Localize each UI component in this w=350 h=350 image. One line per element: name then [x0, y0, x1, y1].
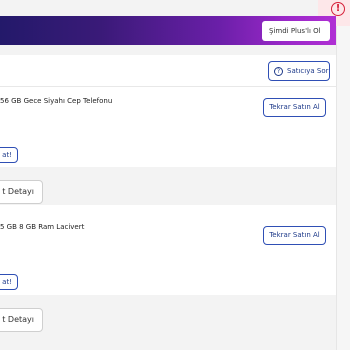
plus-join-button[interactable]: Şimdi Plus'lı Ol: [262, 21, 330, 41]
rate-button[interactable]: at!: [0, 147, 18, 163]
rebuy-button[interactable]: Tekrar Satın Al: [263, 226, 326, 245]
rate-button[interactable]: at!: [0, 274, 18, 290]
product-name[interactable]: 5 GB 8 GB Ram Lacivert: [0, 223, 84, 231]
order-detail-button[interactable]: t Detayı: [0, 180, 43, 204]
order-card-2: [0, 205, 336, 295]
ask-seller-button[interactable]: ? Satıcıya Sor: [268, 61, 330, 81]
product-name[interactable]: 56 GB Gece Siyahı Cep Telefonu: [0, 97, 112, 105]
plus-banner: Şimdi Plus'lı Ol: [0, 16, 336, 45]
alert-circle-icon: !: [331, 2, 345, 16]
question-circle-icon: ?: [274, 66, 283, 76]
rebuy-button[interactable]: Tekrar Satın Al: [263, 98, 326, 117]
ask-seller-label: Satıcıya Sor: [287, 67, 329, 75]
order-detail-button[interactable]: t Detayı: [0, 308, 43, 332]
order-header-divider: [0, 86, 336, 87]
page-scrollbar[interactable]: [336, 0, 350, 350]
